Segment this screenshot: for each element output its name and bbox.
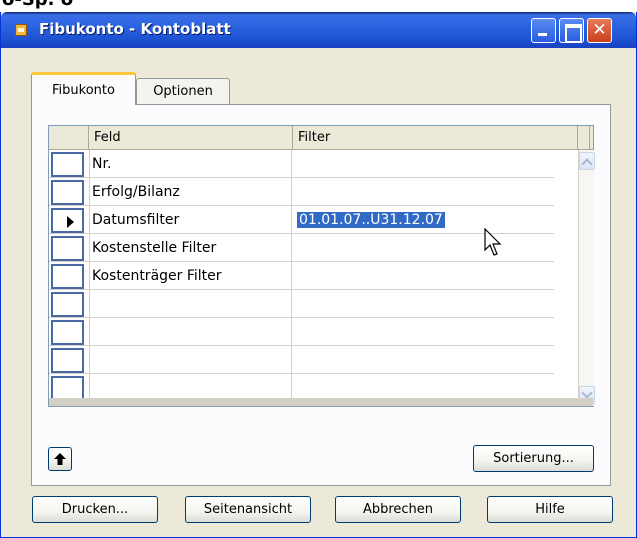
row-selector[interactable]	[51, 292, 84, 317]
close-button[interactable]: ✕	[587, 18, 612, 43]
cell-feld: Erfolg/Bilanz	[89, 178, 292, 206]
maximize-button[interactable]	[559, 18, 584, 43]
grid-body: Nr. Erfolg/Bilanz Datumsfilter 01.01.07.…	[49, 150, 593, 406]
move-up-button[interactable]	[48, 447, 72, 471]
row-selector[interactable]	[51, 348, 84, 373]
cell-filter[interactable]	[293, 262, 554, 290]
row-selector[interactable]	[51, 152, 84, 177]
dialog-window: Fibukonto - Kontoblatt ✕ Fibukonto Optio…	[0, 12, 637, 538]
background-fragment: ö-Sp. ö	[0, 0, 110, 10]
column-header-feld[interactable]: Feld	[89, 126, 293, 149]
mouse-cursor-icon	[484, 228, 502, 256]
cell-feld: Kostenträger Filter	[89, 262, 292, 290]
table-row[interactable]	[49, 318, 554, 346]
header-end-cell	[578, 126, 590, 149]
print-button[interactable]: Drucken...	[32, 496, 158, 523]
cell-feld	[89, 318, 292, 346]
table-row[interactable]	[49, 346, 554, 374]
title-bar[interactable]: Fibukonto - Kontoblatt ✕	[1, 12, 636, 48]
preview-button[interactable]: Seitenansicht	[185, 496, 311, 523]
row-selector[interactable]	[51, 180, 84, 205]
row-selector[interactable]	[51, 236, 84, 261]
vertical-scrollbar[interactable]	[578, 150, 595, 406]
cell-filter[interactable]	[293, 150, 554, 178]
row-selector[interactable]	[51, 208, 84, 233]
table-row[interactable]	[49, 290, 554, 318]
grid-header: Feld Filter	[49, 126, 593, 150]
help-button[interactable]: Hilfe	[487, 496, 613, 523]
cell-filter[interactable]	[293, 346, 554, 374]
tab-panel: Feld Filter Nr. Erfolg/Bilanz Datumsfilt…	[31, 104, 611, 486]
cell-feld: Nr.	[89, 150, 292, 178]
current-row-arrow-icon	[67, 216, 74, 228]
cell-feld	[89, 346, 292, 374]
table-row-current[interactable]: Datumsfilter 01.01.07..U31.12.07	[49, 206, 554, 234]
table-row[interactable]: Erfolg/Bilanz	[49, 178, 554, 206]
cell-filter[interactable]	[293, 290, 554, 318]
filter-grid: Feld Filter Nr. Erfolg/Bilanz Datumsfilt…	[48, 125, 595, 407]
table-row[interactable]: Kostenträger Filter	[49, 262, 554, 290]
column-header-filter[interactable]: Filter	[293, 126, 578, 149]
table-row[interactable]: Nr.	[49, 150, 554, 178]
arrow-up-icon	[54, 453, 66, 465]
horizontal-scrollbar[interactable]	[49, 398, 593, 406]
scroll-up-button[interactable]	[579, 152, 595, 170]
minimize-button[interactable]	[531, 18, 556, 43]
cell-filter[interactable]	[293, 234, 554, 262]
close-icon: ✕	[592, 20, 607, 40]
header-selector-cell	[49, 126, 89, 149]
window-title: Fibukonto - Kontoblatt	[39, 20, 231, 38]
cell-feld	[89, 290, 292, 318]
cell-filter[interactable]	[293, 318, 554, 346]
cell-filter[interactable]	[293, 178, 554, 206]
table-row[interactable]: Kostenstelle Filter	[49, 234, 554, 262]
app-icon[interactable]	[15, 24, 27, 36]
selected-filter-text[interactable]: 01.01.07..U31.12.07	[297, 212, 445, 228]
row-selector[interactable]	[51, 320, 84, 345]
row-selector[interactable]	[51, 264, 84, 289]
sort-button[interactable]: Sortierung...	[473, 445, 594, 472]
tab-fibukonto[interactable]: Fibukonto	[31, 72, 136, 105]
cell-filter-edit[interactable]: 01.01.07..U31.12.07	[293, 206, 554, 234]
cell-feld: Datumsfilter	[89, 206, 292, 234]
cancel-button[interactable]: Abbrechen	[335, 496, 461, 523]
cell-feld: Kostenstelle Filter	[89, 234, 292, 262]
tab-optionen[interactable]: Optionen	[136, 78, 230, 104]
